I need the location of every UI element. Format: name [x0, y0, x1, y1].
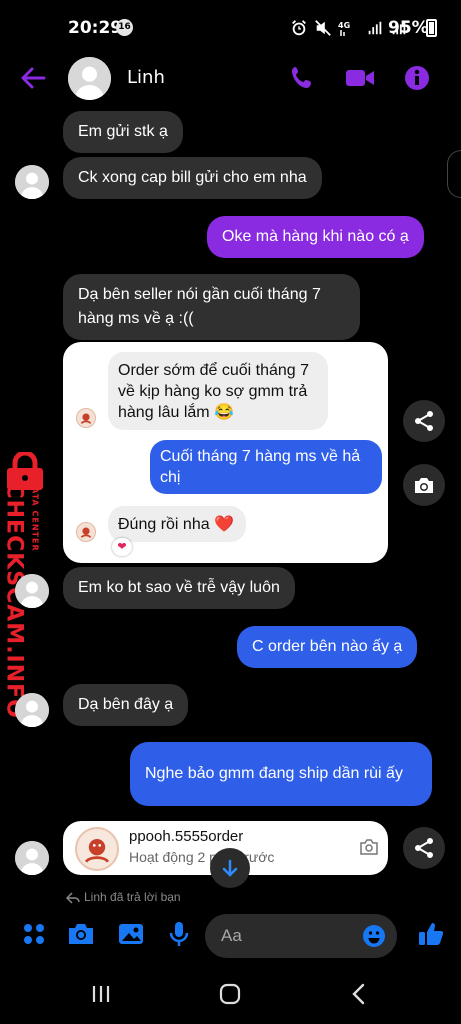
default-user-icon — [15, 841, 49, 875]
network-4g-icon: 4G — [338, 21, 350, 36]
shop-avatar — [75, 827, 119, 871]
shared-message-incoming: Đúng rồi nha ❤️ — [108, 506, 246, 542]
sender-avatar[interactable] — [15, 841, 49, 875]
shop-logo-icon — [77, 523, 95, 541]
reply-arrow-icon — [66, 892, 80, 904]
reply-notice: Linh đã trả lời bạn — [84, 890, 181, 904]
mute-icon — [315, 20, 331, 36]
shop-logo-icon — [77, 829, 117, 869]
share-button[interactable] — [403, 400, 445, 442]
shared-avatar — [76, 522, 96, 542]
scroll-to-bottom-button[interactable] — [210, 848, 250, 888]
battery-icon — [426, 19, 437, 37]
sender-avatar[interactable] — [15, 574, 49, 608]
notification-badge: 16 — [116, 19, 133, 36]
camera-icon[interactable] — [359, 838, 379, 856]
info-icon[interactable] — [402, 64, 432, 92]
message-incoming[interactable]: Em gửi stk ạ — [63, 111, 183, 153]
message-outgoing[interactable]: Oke mà hàng khi nào có ạ — [207, 216, 424, 258]
camera-icon[interactable] — [67, 920, 95, 948]
message-outgoing[interactable]: C order bên nào ấy ạ — [237, 626, 418, 668]
back-nav-icon[interactable] — [350, 983, 368, 1005]
shop-logo-icon — [77, 409, 95, 427]
share-icon — [415, 411, 433, 431]
save-image-button[interactable] — [403, 464, 445, 506]
scroll-edge-tab[interactable] — [447, 150, 461, 198]
default-user-icon — [15, 574, 49, 608]
arrow-down-icon — [222, 859, 238, 877]
home-icon[interactable] — [219, 983, 241, 1005]
status-bar: 20:29 16 4G 95% — [0, 0, 461, 52]
message-outgoing[interactable]: Nghe bảo gmm đang ship dần rùi ấy — [130, 742, 432, 806]
message-incoming[interactable]: Dạ bên seller nói gần cuối tháng 7 hàng … — [63, 274, 360, 340]
thumbs-up-icon[interactable] — [417, 920, 445, 948]
shared-message-incoming: Order sớm để cuối tháng 7 về kịp hàng ko… — [108, 352, 328, 430]
phone-icon[interactable] — [288, 64, 318, 92]
profile-status: Hoạt động 2 phút trước — [129, 849, 275, 865]
video-camera-icon[interactable] — [345, 64, 375, 92]
emoji-icon[interactable] — [362, 924, 386, 948]
alarm-icon — [292, 20, 306, 36]
share-button[interactable] — [403, 827, 445, 869]
signal-icon — [368, 21, 382, 35]
system-nav-bar — [0, 965, 461, 1024]
default-user-icon — [15, 165, 49, 199]
svg-text:4G: 4G — [338, 21, 350, 30]
chat-header: Linh — [0, 52, 461, 104]
microphone-icon[interactable] — [165, 920, 193, 948]
profile-name: ppooh.5555order — [129, 828, 244, 845]
sender-avatar[interactable] — [15, 165, 49, 199]
watermark-tagline: DATA CENTER — [30, 479, 40, 552]
share-icon — [415, 838, 433, 858]
contact-name[interactable]: Linh — [127, 67, 165, 88]
apps-grid-icon[interactable] — [20, 920, 48, 948]
back-arrow-icon[interactable] — [20, 66, 46, 90]
message-incoming[interactable]: Ck xong cap bill gửi cho em nha — [63, 157, 322, 199]
default-user-icon — [68, 57, 111, 100]
camera-icon — [415, 478, 433, 493]
shared-avatar — [76, 408, 96, 428]
heart-reaction: ❤ — [112, 538, 132, 556]
contact-avatar[interactable] — [68, 57, 111, 100]
gallery-icon[interactable] — [117, 920, 145, 948]
message-composer — [0, 912, 461, 960]
shared-message-outgoing: Cuối tháng 7 hàng ms về hả chị — [150, 440, 382, 494]
status-time: 20:29 — [68, 18, 123, 38]
message-incoming[interactable]: Dạ bên đây ạ — [63, 684, 189, 726]
sender-avatar[interactable] — [15, 693, 49, 727]
message-incoming[interactable]: Em ko bt sao về trễ vậy luôn — [63, 567, 295, 609]
default-user-icon — [15, 693, 49, 727]
recent-apps-icon[interactable] — [90, 983, 112, 1005]
battery-percent: 95% — [388, 18, 429, 38]
